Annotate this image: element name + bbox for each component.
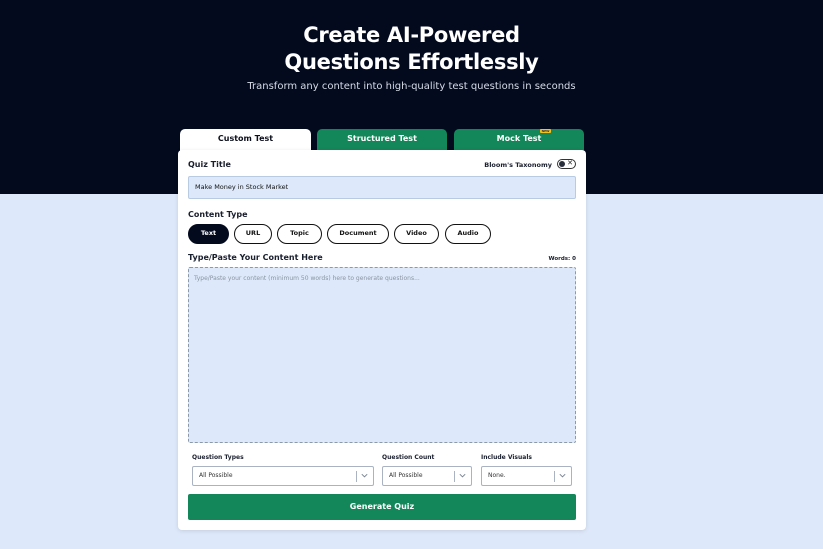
select-divider (554, 471, 555, 482)
chevron-down-icon (459, 473, 466, 478)
tab-label: Custom Test (217, 134, 274, 143)
quiz-title-input[interactable]: Make Money in Stock Market (188, 176, 576, 199)
include-visuals-select[interactable]: None. (481, 466, 572, 486)
content-placeholder: Type/Paste your content (minimum 50 word… (194, 275, 420, 282)
test-type-tabs: Custom Test Structured Test Mock Test NE… (180, 129, 584, 151)
quiz-form-card: Quiz Title Bloom's Taxonomy ✕ Make Money… (178, 150, 586, 530)
content-textarea[interactable]: Type/Paste your content (minimum 50 word… (188, 267, 576, 443)
question-count-label: Question Count (382, 454, 435, 461)
word-count: Words: 0 (548, 256, 576, 262)
chip-text[interactable]: Text (188, 224, 229, 244)
question-types-select[interactable]: All Possible (192, 466, 374, 486)
tab-label: Structured Test (347, 134, 417, 143)
hero-title-line1: Create AI-Powered (303, 23, 520, 47)
content-label: Type/Paste Your Content Here (188, 253, 323, 262)
include-visuals-value: None. (488, 472, 506, 479)
hero-subtitle: Transform any content into high-quality … (247, 81, 576, 92)
tab-custom-test[interactable]: Custom Test (180, 129, 311, 151)
blooms-taxonomy-label: Bloom's Taxonomy (484, 161, 552, 169)
hero-title-line2: Questions Effortlessly (284, 50, 539, 74)
toggle-knob (559, 161, 565, 167)
chip-url[interactable]: URL (234, 224, 272, 244)
question-types-value: All Possible (199, 472, 233, 479)
new-badge: NEW (540, 129, 551, 133)
content-type-label: Content Type (188, 210, 248, 219)
blooms-taxonomy-toggle[interactable]: ✕ (557, 159, 576, 169)
tab-mock-test[interactable]: Mock Test NEW (454, 129, 584, 150)
chip-document[interactable]: Document (327, 224, 389, 244)
generate-quiz-button[interactable]: Generate Quiz (188, 494, 576, 520)
chevron-down-icon (559, 473, 566, 478)
tab-label: Mock Test (496, 134, 542, 143)
select-divider (454, 471, 455, 482)
tab-structured-test[interactable]: Structured Test (317, 129, 447, 150)
question-types-label: Question Types (192, 454, 244, 461)
include-visuals-label: Include Visuals (481, 454, 532, 461)
close-icon: ✕ (567, 159, 573, 167)
chevron-down-icon (361, 473, 368, 478)
chip-audio[interactable]: Audio (445, 224, 491, 244)
select-divider (356, 471, 357, 482)
hero-title: Create AI-Powered Questions Effortlessly (0, 22, 823, 76)
quiz-title-label: Quiz Title (188, 160, 231, 169)
question-count-value: All Possible (389, 472, 423, 479)
chip-topic[interactable]: Topic (277, 224, 322, 244)
chip-video[interactable]: Video (394, 224, 439, 244)
question-count-select[interactable]: All Possible (382, 466, 472, 486)
